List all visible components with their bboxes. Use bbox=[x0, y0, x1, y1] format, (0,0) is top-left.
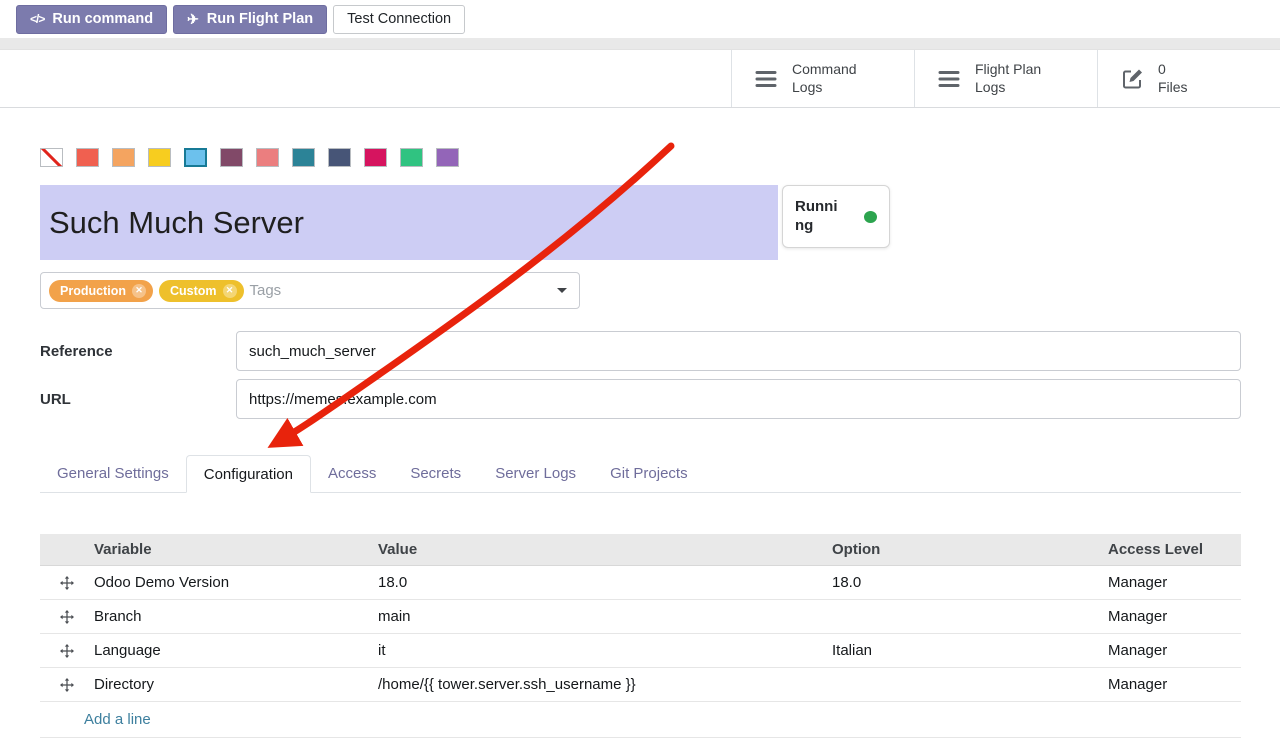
list-icon bbox=[937, 69, 961, 89]
test-connection-button[interactable]: Test Connection bbox=[333, 5, 465, 34]
url-input[interactable] bbox=[236, 379, 1241, 419]
tab-git-projects[interactable]: Git Projects bbox=[593, 455, 705, 492]
flight-plan-logs-button[interactable]: Flight Plan Logs bbox=[914, 50, 1097, 107]
color-swatch-purple[interactable] bbox=[436, 148, 459, 167]
drag-handle-icon[interactable] bbox=[40, 678, 84, 692]
flight-plan-logs-label: Flight Plan Logs bbox=[975, 61, 1041, 96]
chevron-down-icon[interactable] bbox=[557, 288, 567, 293]
cell-access-level[interactable]: Manager bbox=[1098, 676, 1241, 693]
tab-configuration[interactable]: Configuration bbox=[186, 455, 311, 493]
column-header-value: Value bbox=[368, 541, 822, 558]
drag-handle-icon[interactable] bbox=[40, 576, 84, 590]
tags-placeholder: Tags bbox=[250, 282, 282, 299]
files-button[interactable]: 0 Files bbox=[1097, 50, 1280, 107]
tab-secrets[interactable]: Secrets bbox=[393, 455, 478, 492]
color-swatch-red[interactable] bbox=[76, 148, 99, 167]
run-command-button[interactable]: </> Run command bbox=[16, 5, 167, 34]
test-connection-label: Test Connection bbox=[347, 11, 451, 27]
plane-icon: ✈ bbox=[187, 11, 199, 28]
color-swatch-salmon[interactable] bbox=[256, 148, 279, 167]
tag-custom[interactable]: Custom ✕ bbox=[159, 280, 244, 302]
flight-plan-logs-line1: Flight Plan bbox=[975, 61, 1041, 77]
flight-plan-logs-line2: Logs bbox=[975, 79, 1005, 95]
reference-field-row: Reference bbox=[40, 331, 1241, 371]
drag-handle-icon[interactable] bbox=[40, 610, 84, 624]
code-icon: </> bbox=[30, 12, 44, 26]
tag-custom-label: Custom bbox=[170, 284, 217, 298]
color-swatch-cyan-selected[interactable] bbox=[184, 148, 207, 167]
title-row: Such Much Server Running bbox=[40, 185, 1241, 260]
column-header-variable: Variable bbox=[84, 541, 368, 558]
run-command-label: Run command bbox=[52, 11, 153, 27]
color-swatch-yellow[interactable] bbox=[148, 148, 171, 167]
color-swatch-fuchsia[interactable] bbox=[364, 148, 387, 167]
cell-variable[interactable]: Directory bbox=[84, 676, 368, 693]
separator-strip bbox=[0, 38, 1280, 50]
files-label: 0 Files bbox=[1158, 61, 1188, 96]
tag-production-remove-icon[interactable]: ✕ bbox=[132, 284, 146, 298]
reference-input[interactable] bbox=[236, 331, 1241, 371]
notebook-tabs: General Settings Configuration Access Se… bbox=[40, 455, 1241, 493]
add-line-row: Add a line bbox=[40, 702, 1241, 738]
color-swatch-dark-purple[interactable] bbox=[220, 148, 243, 167]
add-a-line-link[interactable]: Add a line bbox=[84, 711, 151, 728]
control-panel: Command Logs Flight Plan Logs 0 Files bbox=[0, 50, 1280, 108]
color-swatch-dark-blue[interactable] bbox=[328, 148, 351, 167]
cell-value[interactable]: 18.0 bbox=[368, 574, 822, 591]
configuration-table: Variable Value Option Access Level Odoo … bbox=[40, 534, 1241, 738]
color-swatch-none[interactable] bbox=[40, 148, 63, 167]
table-row[interactable]: Odoo Demo Version 18.0 18.0 Manager bbox=[40, 566, 1241, 600]
reference-label: Reference bbox=[40, 343, 236, 360]
status-label: Running bbox=[795, 198, 845, 236]
table-row[interactable]: Branch main Manager bbox=[40, 600, 1241, 634]
tag-custom-remove-icon[interactable]: ✕ bbox=[223, 284, 237, 298]
color-swatch-green[interactable] bbox=[400, 148, 423, 167]
run-flight-plan-button[interactable]: ✈ Run Flight Plan bbox=[173, 5, 327, 34]
url-label: URL bbox=[40, 391, 236, 408]
tag-production-label: Production bbox=[60, 284, 126, 298]
edit-icon bbox=[1120, 67, 1144, 91]
cell-value[interactable]: it bbox=[368, 642, 822, 659]
command-logs-button[interactable]: Command Logs bbox=[731, 50, 914, 107]
cell-variable[interactable]: Odoo Demo Version bbox=[84, 574, 368, 591]
cell-access-level[interactable]: Manager bbox=[1098, 574, 1241, 591]
tag-production[interactable]: Production ✕ bbox=[49, 280, 153, 302]
cell-option[interactable]: Italian bbox=[822, 642, 1098, 659]
cell-access-level[interactable]: Manager bbox=[1098, 608, 1241, 625]
tab-access[interactable]: Access bbox=[311, 455, 393, 492]
table-row[interactable]: Language it Italian Manager bbox=[40, 634, 1241, 668]
column-header-option: Option bbox=[822, 541, 1098, 558]
url-field-row: URL bbox=[40, 379, 1241, 419]
list-icon bbox=[754, 69, 778, 89]
command-logs-line2: Logs bbox=[792, 79, 822, 95]
drag-handle-icon[interactable] bbox=[40, 644, 84, 658]
table-row[interactable]: Directory /home/{{ tower.server.ssh_user… bbox=[40, 668, 1241, 702]
command-logs-label: Command Logs bbox=[792, 61, 857, 96]
table-header-row: Variable Value Option Access Level bbox=[40, 534, 1241, 566]
server-title-input[interactable]: Such Much Server bbox=[40, 185, 778, 260]
run-flight-plan-label: Run Flight Plan bbox=[207, 11, 313, 27]
files-line2: Files bbox=[1158, 79, 1188, 95]
cell-access-level[interactable]: Manager bbox=[1098, 642, 1241, 659]
cell-option[interactable]: 18.0 bbox=[822, 574, 1098, 591]
top-toolbar: </> Run command ✈ Run Flight Plan Test C… bbox=[0, 0, 1280, 38]
tab-server-logs[interactable]: Server Logs bbox=[478, 455, 593, 492]
status-dot-green bbox=[864, 211, 877, 223]
cell-value[interactable]: main bbox=[368, 608, 822, 625]
cell-value[interactable]: /home/{{ tower.server.ssh_username }} bbox=[368, 676, 822, 693]
color-swatch-orange[interactable] bbox=[112, 148, 135, 167]
color-picker bbox=[40, 147, 1241, 167]
status-badge[interactable]: Running bbox=[782, 185, 890, 248]
column-header-access-level: Access Level bbox=[1098, 541, 1241, 558]
record-sheet: Such Much Server Running Production ✕ Cu… bbox=[0, 147, 1280, 738]
cell-variable[interactable]: Branch bbox=[84, 608, 368, 625]
tags-field[interactable]: Production ✕ Custom ✕ Tags bbox=[40, 272, 580, 309]
tab-general-settings[interactable]: General Settings bbox=[40, 455, 186, 492]
color-swatch-teal[interactable] bbox=[292, 148, 315, 167]
cell-variable[interactable]: Language bbox=[84, 642, 368, 659]
files-count: 0 bbox=[1158, 61, 1166, 77]
command-logs-line1: Command bbox=[792, 61, 857, 77]
